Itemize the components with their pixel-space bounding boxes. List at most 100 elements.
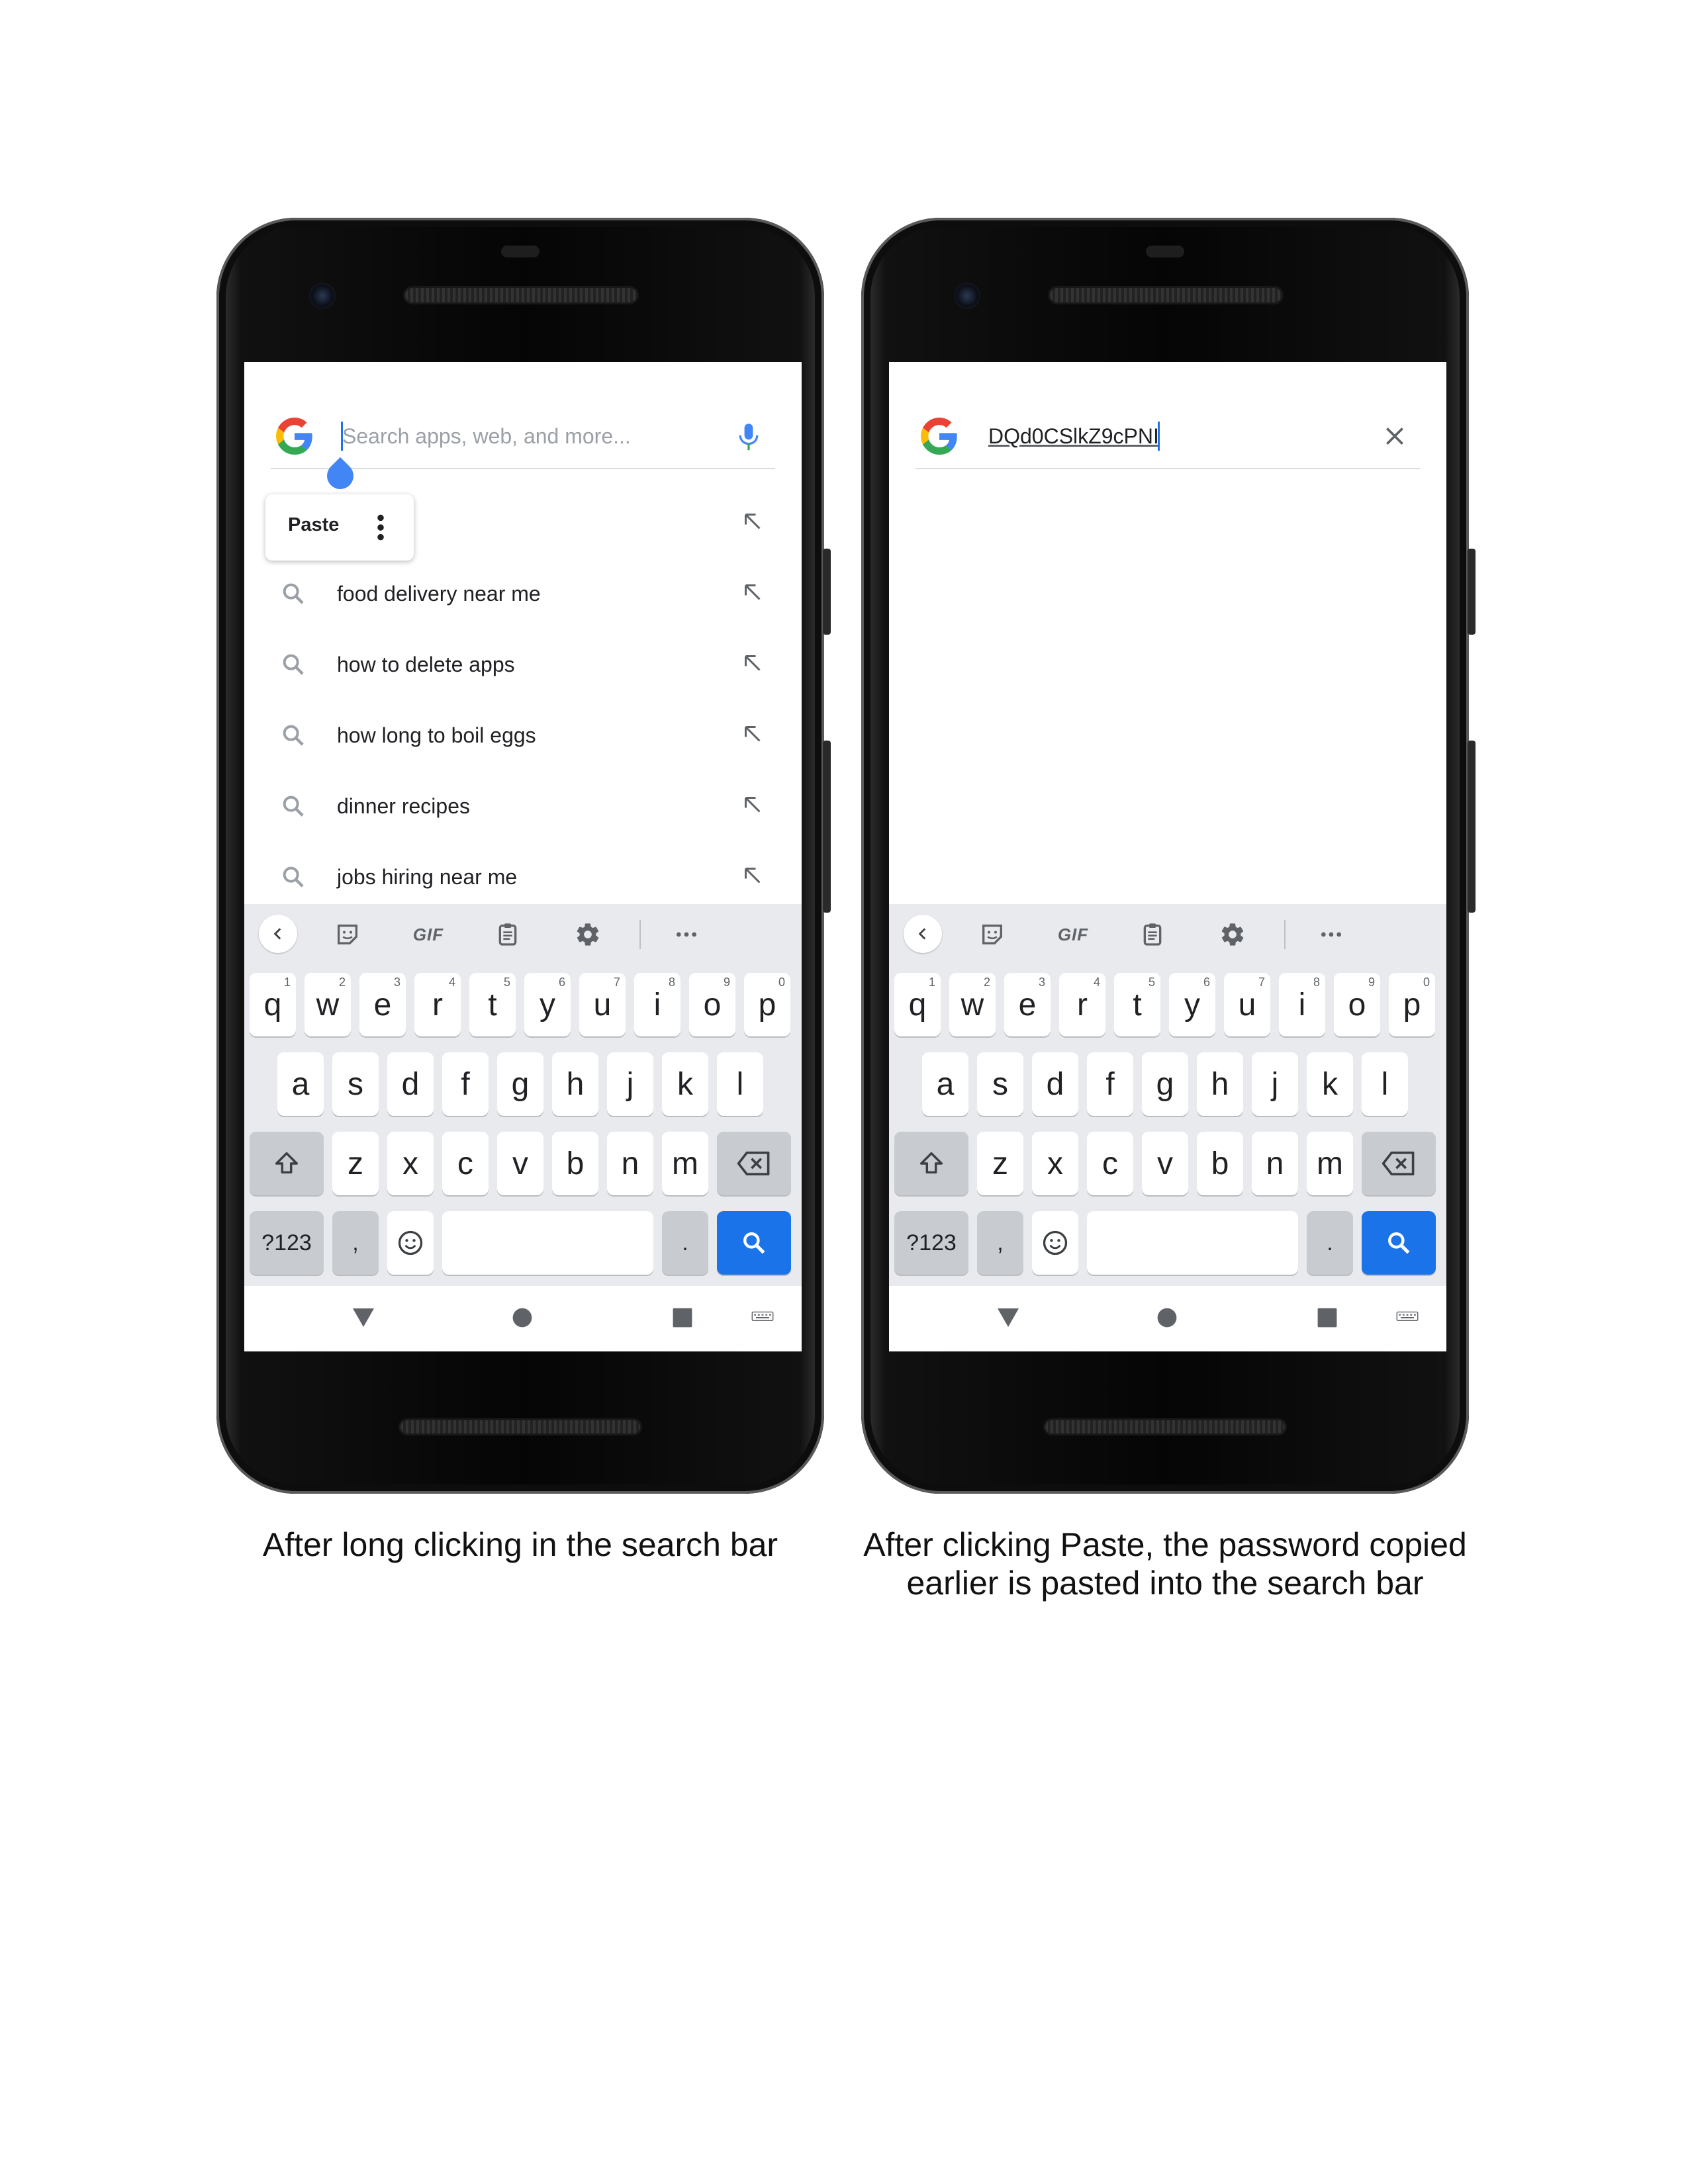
space-key[interactable] <box>442 1211 653 1275</box>
more-tools-button[interactable] <box>671 919 702 950</box>
key-j[interactable]: j <box>1252 1052 1298 1116</box>
paste-button[interactable]: Paste <box>288 514 339 536</box>
sticker-button[interactable] <box>332 919 363 950</box>
recents-square-icon[interactable] <box>1315 1306 1339 1330</box>
key-k[interactable]: k <box>1307 1052 1353 1116</box>
backspace-key[interactable] <box>717 1132 791 1195</box>
key-e[interactable]: e3 <box>1004 973 1051 1036</box>
home-circle-icon[interactable] <box>1155 1306 1179 1330</box>
key-z[interactable]: z <box>977 1132 1023 1195</box>
search-action-key[interactable] <box>717 1211 791 1275</box>
key-o[interactable]: o9 <box>689 973 735 1036</box>
key-w[interactable]: w2 <box>949 973 996 1036</box>
key-m[interactable]: m <box>1307 1132 1353 1195</box>
emoji-key[interactable] <box>1032 1211 1078 1275</box>
search-input[interactable]: Search apps, web, and more... <box>342 422 631 451</box>
key-b[interactable]: b <box>552 1132 598 1195</box>
suggestion-row[interactable]: how long to boil eggs <box>244 700 802 771</box>
fill-query-arrow-icon[interactable] <box>741 510 765 533</box>
period-key[interactable]: . <box>1307 1211 1353 1275</box>
key-e[interactable]: e3 <box>359 973 406 1036</box>
suggestion-row[interactable]: dinner recipes <box>244 771 802 842</box>
key-u[interactable]: u7 <box>579 973 626 1036</box>
key-v[interactable]: v <box>497 1132 543 1195</box>
key-x[interactable]: x <box>1032 1132 1078 1195</box>
key-l[interactable]: l <box>717 1052 763 1116</box>
key-r[interactable]: r4 <box>1059 973 1105 1036</box>
settings-button[interactable] <box>1217 919 1248 950</box>
key-v[interactable]: v <box>1142 1132 1188 1195</box>
key-k[interactable]: k <box>662 1052 708 1116</box>
key-g[interactable]: g <box>1142 1052 1188 1116</box>
key-t[interactable]: t5 <box>469 973 516 1036</box>
key-l[interactable]: l <box>1362 1052 1408 1116</box>
search-action-key[interactable] <box>1362 1211 1436 1275</box>
key-m[interactable]: m <box>662 1132 708 1195</box>
key-z[interactable]: z <box>332 1132 379 1195</box>
microphone-icon[interactable] <box>735 422 762 453</box>
fill-query-arrow-icon[interactable] <box>741 793 765 817</box>
key-s[interactable]: s <box>977 1052 1023 1116</box>
comma-key[interactable]: , <box>977 1211 1023 1275</box>
more-options-icon[interactable] <box>377 513 385 542</box>
key-h[interactable]: h <box>552 1052 598 1116</box>
key-r[interactable]: r4 <box>414 973 461 1036</box>
fill-query-arrow-icon[interactable] <box>741 864 765 887</box>
emoji-key[interactable] <box>387 1211 434 1275</box>
key-w[interactable]: w2 <box>305 973 351 1036</box>
key-f[interactable]: f <box>1087 1052 1133 1116</box>
suggestion-row[interactable]: jobs hiring near me <box>244 842 802 913</box>
more-tools-button[interactable] <box>1315 919 1347 950</box>
keyboard-back-button[interactable] <box>904 915 942 953</box>
keyboard-back-button[interactable] <box>259 915 297 953</box>
recents-square-icon[interactable] <box>671 1306 694 1330</box>
fill-query-arrow-icon[interactable] <box>741 580 765 604</box>
key-d[interactable]: d <box>387 1052 434 1116</box>
key-h[interactable]: h <box>1197 1052 1243 1116</box>
key-b[interactable]: b <box>1197 1132 1243 1195</box>
gif-button[interactable]: GIF <box>402 919 455 950</box>
key-g[interactable]: g <box>497 1052 543 1116</box>
key-t[interactable]: t5 <box>1114 973 1160 1036</box>
period-key[interactable]: . <box>662 1211 708 1275</box>
key-n[interactable]: n <box>607 1132 653 1195</box>
search-bar[interactable]: DQd0CSlkZ9cPNI <box>915 415 1420 469</box>
suggestion-row[interactable]: food delivery near me <box>244 559 802 629</box>
keyboard-switch-icon[interactable] <box>1395 1311 1419 1324</box>
search-input[interactable]: DQd0CSlkZ9cPNI <box>988 422 1159 451</box>
back-triangle-icon[interactable] <box>350 1306 377 1330</box>
key-i[interactable]: i8 <box>634 973 680 1036</box>
symbols-key[interactable]: ?123 <box>894 1211 968 1275</box>
key-c[interactable]: c <box>1087 1132 1133 1195</box>
comma-key[interactable]: , <box>332 1211 379 1275</box>
settings-button[interactable] <box>572 919 604 950</box>
key-p[interactable]: p0 <box>744 973 790 1036</box>
key-a[interactable]: a <box>922 1052 968 1116</box>
suggestion-row[interactable]: how to delete apps <box>244 629 802 700</box>
home-circle-icon[interactable] <box>510 1306 534 1330</box>
key-i[interactable]: i8 <box>1279 973 1325 1036</box>
key-y[interactable]: y6 <box>524 973 571 1036</box>
fill-query-arrow-icon[interactable] <box>741 722 765 746</box>
clipboard-button[interactable] <box>1137 919 1168 950</box>
key-c[interactable]: c <box>442 1132 489 1195</box>
close-icon[interactable] <box>1382 423 1408 449</box>
gif-button[interactable]: GIF <box>1047 919 1100 950</box>
key-j[interactable]: j <box>607 1052 653 1116</box>
back-triangle-icon[interactable] <box>995 1306 1021 1330</box>
backspace-key[interactable] <box>1362 1132 1436 1195</box>
key-y[interactable]: y6 <box>1169 973 1215 1036</box>
key-x[interactable]: x <box>387 1132 434 1195</box>
symbols-key[interactable]: ?123 <box>250 1211 324 1275</box>
key-a[interactable]: a <box>277 1052 324 1116</box>
key-n[interactable]: n <box>1252 1132 1298 1195</box>
key-s[interactable]: s <box>332 1052 379 1116</box>
sticker-button[interactable] <box>976 919 1008 950</box>
key-q[interactable]: q1 <box>894 973 941 1036</box>
space-key[interactable] <box>1087 1211 1298 1275</box>
key-d[interactable]: d <box>1032 1052 1078 1116</box>
key-q[interactable]: q1 <box>250 973 296 1036</box>
fill-query-arrow-icon[interactable] <box>741 651 765 675</box>
clipboard-button[interactable] <box>492 919 524 950</box>
key-p[interactable]: p0 <box>1389 973 1435 1036</box>
